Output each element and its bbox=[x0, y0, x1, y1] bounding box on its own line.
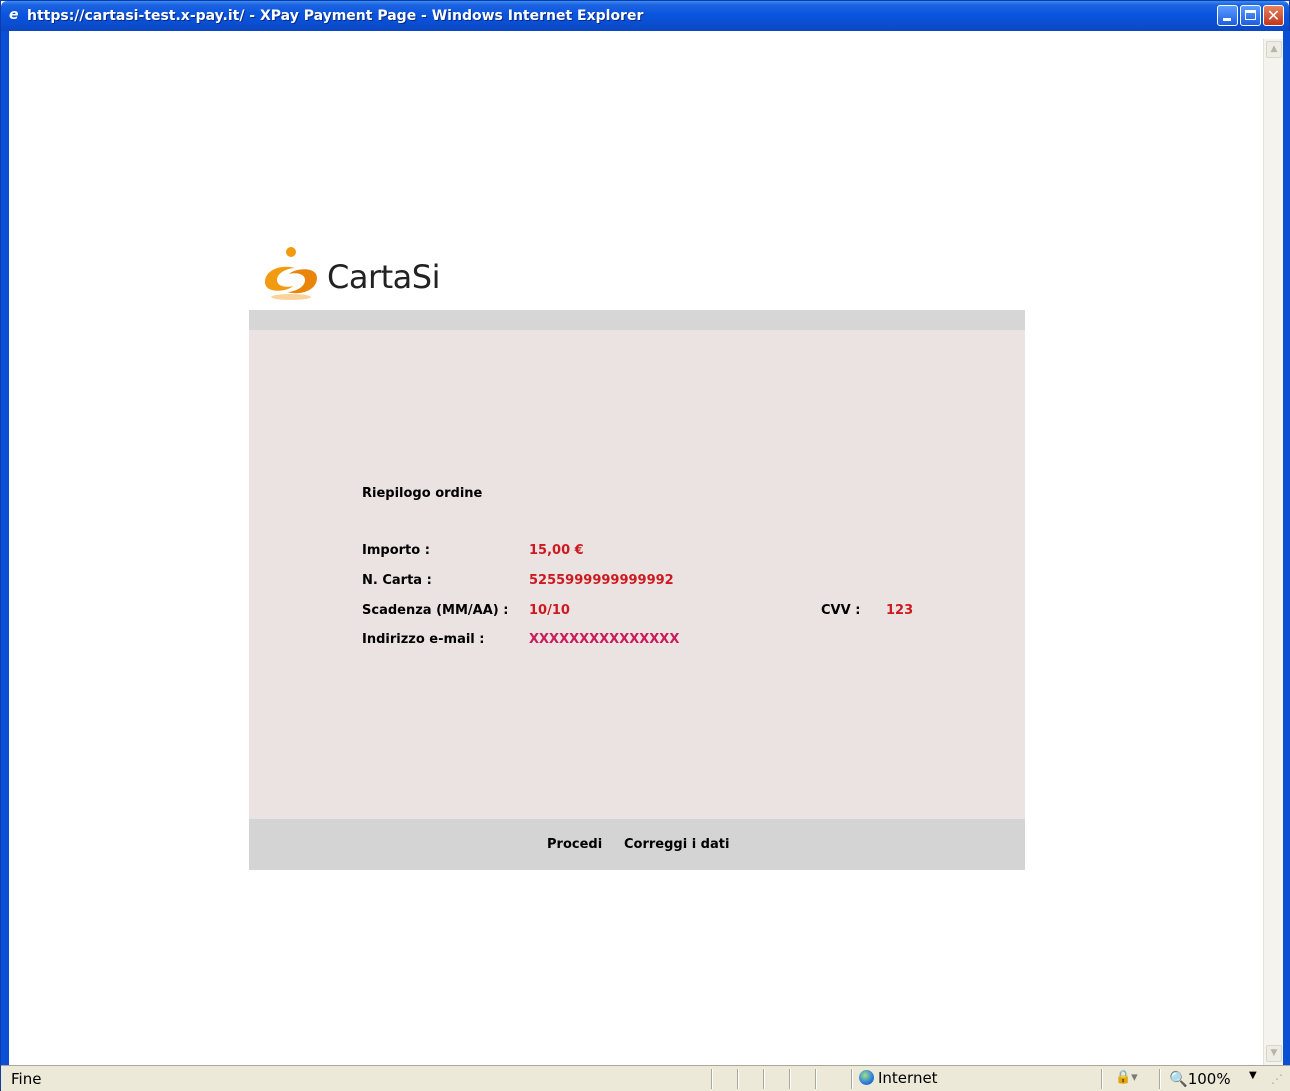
panel-header-bar bbox=[249, 310, 1025, 330]
status-divider bbox=[763, 1069, 765, 1089]
proceed-link[interactable]: Procedi bbox=[547, 837, 602, 852]
status-divider bbox=[711, 1069, 713, 1089]
email-value: XXXXXXXXXXXXXXX bbox=[529, 632, 680, 647]
card-number-value: 5255999999999992 bbox=[529, 573, 674, 588]
status-divider bbox=[815, 1069, 817, 1089]
window-border-left bbox=[1, 31, 9, 1091]
resize-grip-icon[interactable]: ⋰ bbox=[1271, 1072, 1285, 1086]
zoom-level: 100% bbox=[1187, 1070, 1231, 1088]
panel-footer-bar: Procedi Correggi i dati bbox=[249, 819, 1025, 870]
scroll-down-button[interactable]: ▼ bbox=[1266, 1045, 1282, 1062]
cartasi-logo-icon bbox=[265, 247, 317, 300]
vertical-scrollbar[interactable]: ▲ ▼ bbox=[1263, 39, 1283, 1065]
status-divider bbox=[1159, 1069, 1161, 1089]
zone-label: Internet bbox=[878, 1069, 938, 1087]
maximize-icon bbox=[1245, 10, 1256, 20]
card-number-label: N. Carta : bbox=[362, 573, 432, 588]
cvv-value: 123 bbox=[886, 603, 914, 618]
expiry-label: Scadenza (MM/AA) : bbox=[362, 603, 509, 618]
email-label: Indirizzo e-mail : bbox=[362, 632, 485, 647]
scroll-up-button[interactable]: ▲ bbox=[1266, 41, 1282, 58]
expiry-value: 10/10 bbox=[529, 603, 570, 618]
cvv-label: CVV : bbox=[821, 603, 861, 618]
title-bar[interactable]: e https://cartasi-test.x-pay.it/ - XPay … bbox=[1, 1, 1289, 31]
minimize-icon bbox=[1223, 18, 1231, 21]
amount-label: Importo : bbox=[362, 543, 430, 558]
close-icon: ✕ bbox=[1266, 6, 1281, 25]
order-summary-panel: Riepilogo ordine Importo : 15,00 € N. Ca… bbox=[249, 310, 1025, 870]
status-divider bbox=[737, 1069, 739, 1089]
status-divider bbox=[851, 1069, 853, 1089]
amount-value: 15,00 € bbox=[529, 543, 584, 558]
order-summary-title: Riepilogo ordine bbox=[362, 486, 483, 501]
internet-explorer-icon: e bbox=[9, 7, 19, 23]
maximize-button[interactable] bbox=[1240, 5, 1261, 26]
status-text: Fine bbox=[11, 1070, 42, 1088]
cartasi-logo: CartaSi bbox=[259, 244, 459, 304]
status-divider bbox=[789, 1069, 791, 1089]
close-button[interactable]: ✕ bbox=[1263, 5, 1284, 26]
zoom-dropdown-icon[interactable]: ▼ bbox=[1249, 1070, 1257, 1081]
window-border-right bbox=[1283, 31, 1290, 1091]
window-title: https://cartasi-test.x-pay.it/ - XPay Pa… bbox=[27, 8, 644, 24]
status-divider bbox=[1101, 1069, 1103, 1089]
globe-icon bbox=[859, 1070, 874, 1085]
page-viewport: CartaSi Riepilogo ordine Importo : 15,00… bbox=[9, 39, 1263, 1065]
zoom-control[interactable]: 🔍100% bbox=[1169, 1070, 1231, 1088]
status-bar: Fine Internet 🔒▾ 🔍100% ▼ ⋰ bbox=[1, 1065, 1290, 1091]
security-zone[interactable]: Internet bbox=[859, 1069, 938, 1087]
correct-data-link[interactable]: Correggi i dati bbox=[624, 837, 729, 852]
logo-text: CartaSi bbox=[327, 258, 440, 296]
minimize-button[interactable] bbox=[1217, 5, 1238, 26]
browser-window: e https://cartasi-test.x-pay.it/ - XPay … bbox=[0, 0, 1290, 1091]
protected-mode-icon[interactable]: 🔒▾ bbox=[1115, 1070, 1138, 1085]
